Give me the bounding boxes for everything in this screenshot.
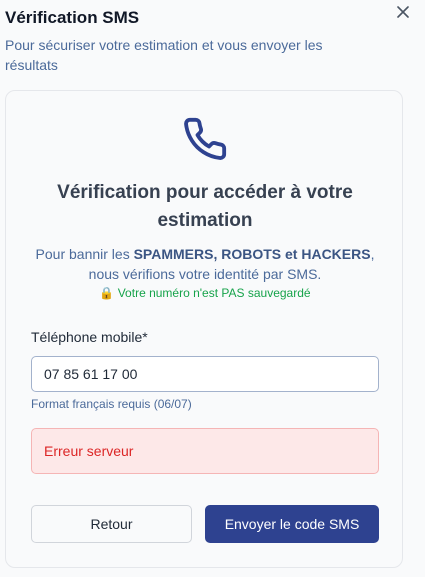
- verification-card: Vérification pour accéder à votre estima…: [5, 90, 403, 568]
- phone-label: Téléphone mobile*: [31, 329, 148, 345]
- back-button[interactable]: Retour: [31, 505, 192, 543]
- phone-hint: Format français requis (06/07): [31, 397, 192, 411]
- card-title: Vérification pour accéder à votre estima…: [57, 182, 353, 231]
- lock-icon: 🔒: [99, 286, 115, 300]
- send-sms-button[interactable]: Envoyer le code SMS: [205, 505, 379, 543]
- modal-title: Vérification SMS: [5, 8, 140, 27]
- desc-prefix: Pour bannir les: [35, 246, 134, 262]
- privacy-notice-text: Votre numéro n'est PAS sauvegardé: [117, 286, 311, 300]
- close-icon: [397, 6, 409, 18]
- phone-icon: [184, 117, 227, 160]
- verification-description: Pour bannir les SPAMMERS, ROBOTS et HACK…: [21, 244, 389, 284]
- modal-subtitle: Pour sécuriser votre estimation et vous …: [5, 37, 323, 73]
- privacy-notice: 🔒 Votre numéro n'est PAS sauvegardé: [21, 286, 389, 300]
- desc-bold: SPAMMERS, ROBOTS et HACKERS: [133, 246, 371, 262]
- error-message: Erreur serveur: [31, 428, 379, 474]
- close-button[interactable]: [394, 3, 412, 21]
- phone-input[interactable]: [31, 356, 379, 392]
